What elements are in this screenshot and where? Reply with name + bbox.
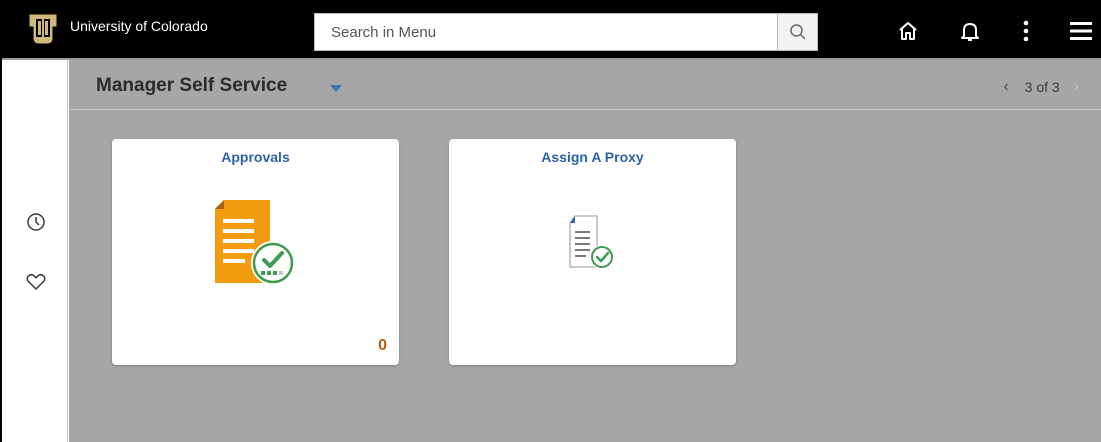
- recently-visited-button[interactable]: [22, 208, 50, 236]
- bell-icon: [961, 23, 979, 41]
- approvals-document-check-icon: [215, 200, 295, 285]
- search-input[interactable]: [315, 14, 779, 50]
- search-button[interactable]: [777, 14, 817, 50]
- tile-title: Approvals: [221, 149, 290, 165]
- more-vertical-icon: [1023, 20, 1029, 42]
- page-header: Manager Self Service ‹ 3 of 3 ›: [69, 60, 1101, 110]
- search-icon: [789, 24, 806, 40]
- search-box: [314, 13, 818, 51]
- proxy-document-check-icon: [569, 215, 614, 269]
- top-banner: University of Colorado: [2, 0, 1101, 60]
- tile-title: Assign A Proxy: [541, 149, 644, 165]
- tile-assign-proxy[interactable]: Assign A Proxy: [449, 139, 736, 365]
- notifications-button[interactable]: [952, 14, 988, 48]
- home-icon: [899, 22, 917, 40]
- favorites-button[interactable]: [22, 268, 50, 296]
- page-indicator: 3 of 3: [1024, 79, 1060, 95]
- home-button[interactable]: [890, 14, 926, 48]
- hamburger-menu-icon: [1070, 22, 1092, 40]
- homepage-canvas: Manager Self Service ‹ 3 of 3 › Approval…: [69, 60, 1101, 442]
- page-title[interactable]: Manager Self Service: [96, 75, 287, 97]
- left-rail: [4, 60, 68, 442]
- recent-clock-icon: [27, 213, 45, 231]
- tile-approvals[interactable]: Approvals 0: [112, 139, 399, 365]
- app-frame: University of Colorado Search in Menu Ma…: [0, 0, 1101, 442]
- brand-name: University of Colorado: [70, 18, 208, 34]
- previous-page-button[interactable]: ‹: [1003, 78, 1008, 96]
- actions-menu-button[interactable]: [1008, 14, 1044, 48]
- navbar-button[interactable]: [1064, 14, 1098, 48]
- cu-logo-icon[interactable]: [28, 12, 58, 46]
- tile-count-badge: 0: [378, 337, 387, 354]
- next-page-button[interactable]: ›: [1074, 78, 1079, 96]
- favorites-heart-icon: [26, 273, 46, 290]
- chevron-down-icon[interactable]: [330, 85, 342, 92]
- homepage-pager: ‹ 3 of 3 ›: [1003, 78, 1079, 96]
